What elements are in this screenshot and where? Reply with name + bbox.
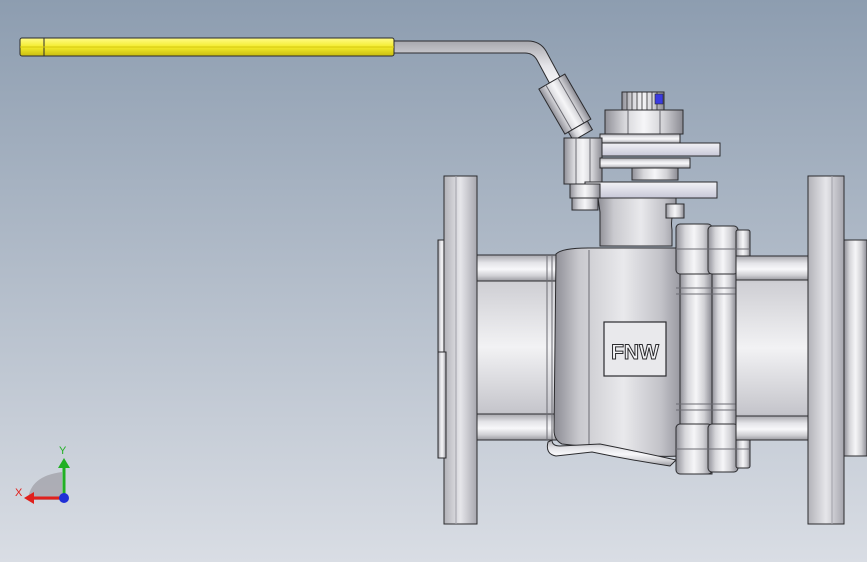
viewport-canvas[interactable]: FNW Y X: [0, 0, 867, 562]
y-axis-label: Y: [59, 445, 67, 457]
bonnet-neck: [597, 197, 677, 247]
mounting-pad: [584, 181, 718, 199]
cad-viewport[interactable]: FNW Y X: [0, 0, 867, 562]
gland-nut: [604, 109, 684, 135]
stop-plate-mid: [599, 157, 691, 169]
right-flange-disc: [807, 175, 845, 525]
pipe-right: [735, 255, 811, 441]
packing-nut: [631, 167, 679, 181]
lock-block: [563, 137, 603, 185]
left-flange-disc: [443, 175, 478, 525]
handle-grip[interactable]: [19, 37, 395, 57]
stop-washer: [599, 133, 681, 144]
bolt-nut: [707, 225, 739, 275]
brand-plate: FNW: [603, 321, 667, 377]
pipe-left: [476, 254, 560, 441]
right-flange-face: [843, 239, 867, 457]
z-axis-dot: [59, 493, 69, 503]
x-axis-label: X: [15, 487, 23, 499]
stem-flat-mark: [654, 93, 664, 105]
bolt-nut: [707, 423, 739, 473]
pad-lug: [571, 197, 599, 211]
stem-thread: [621, 91, 665, 111]
left-flange[interactable]: [437, 175, 478, 525]
valve-body[interactable]: FNW: [546, 247, 681, 467]
brand-plate-text: FNW: [611, 341, 659, 364]
